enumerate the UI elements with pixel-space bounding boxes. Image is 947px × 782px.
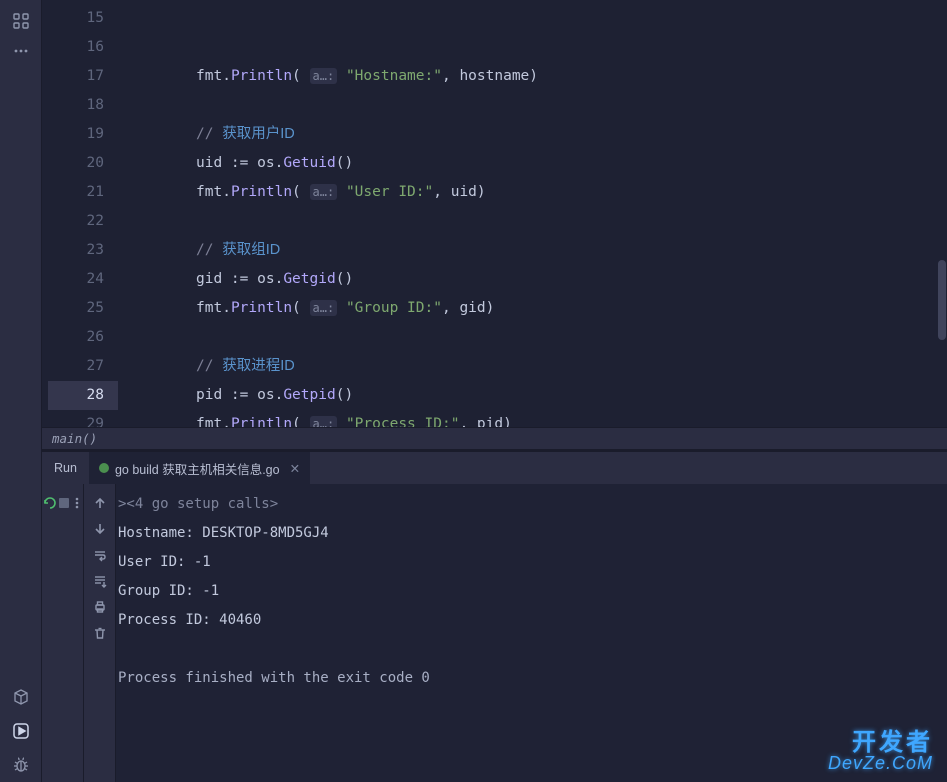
code-line[interactable]: // 获取用户ID xyxy=(124,120,947,149)
trash-icon[interactable] xyxy=(88,620,112,646)
run-panel-label[interactable]: Run xyxy=(42,452,89,484)
output-line: Process ID: 40460 xyxy=(118,606,945,635)
output-line: User ID: -1 xyxy=(118,548,945,577)
line-number: 16 xyxy=(48,33,118,62)
line-number: 29 xyxy=(48,410,118,427)
editor-scrollbar[interactable] xyxy=(937,0,947,427)
code-line[interactable]: pid := os.Getpid() xyxy=(124,381,947,410)
line-number: 19 xyxy=(48,120,118,149)
param-hint: a…: xyxy=(310,184,338,200)
code-line[interactable] xyxy=(124,91,947,120)
play-icon[interactable] xyxy=(1,714,41,748)
code-line[interactable]: gid := os.Getgid() xyxy=(124,265,947,294)
output-line: Process finished with the exit code 0 xyxy=(118,664,945,693)
line-number: 21 xyxy=(48,178,118,207)
run-tool-window: Run go build 获取主机相关信息.go ✕ xyxy=(42,450,947,782)
run-tab[interactable]: go build 获取主机相关信息.go ✕ xyxy=(89,452,311,484)
stop-icon[interactable] xyxy=(58,490,70,516)
rerun-icon[interactable] xyxy=(42,490,58,516)
output-line xyxy=(118,635,945,664)
line-number: 24 xyxy=(48,265,118,294)
more-icon[interactable] xyxy=(1,36,41,66)
close-icon[interactable]: ✕ xyxy=(290,461,300,476)
code-line[interactable]: // 获取组ID xyxy=(124,236,947,265)
code-line[interactable]: uid := os.Getuid() xyxy=(124,149,947,178)
grid-icon[interactable] xyxy=(1,6,41,36)
line-numbers: 151617181920212223242526272829 xyxy=(48,0,118,427)
code-line[interactable]: // 获取进程ID xyxy=(124,352,947,381)
line-number: 15 xyxy=(48,4,118,33)
code-line[interactable]: fmt.Println( a…: "Hostname:", hostname) xyxy=(124,62,947,91)
line-number: 23 xyxy=(48,236,118,265)
bug-icon[interactable] xyxy=(1,748,41,782)
output-line: ><4 go setup calls> xyxy=(118,490,945,519)
up-icon[interactable] xyxy=(88,490,112,516)
run-toolbar-2 xyxy=(84,484,116,782)
line-number: 28 xyxy=(48,381,118,410)
code-line[interactable] xyxy=(124,207,947,236)
line-number: 26 xyxy=(48,323,118,352)
run-toolbar xyxy=(42,484,84,782)
wrap-icon[interactable] xyxy=(88,542,112,568)
line-number: 25 xyxy=(48,294,118,323)
left-toolbar xyxy=(0,0,42,782)
code-line[interactable]: fmt.Println( a…: "Process ID:", pid) xyxy=(124,410,947,427)
run-output[interactable]: ><4 go setup calls>Hostname: DESKTOP-8MD… xyxy=(116,484,947,782)
line-number: 18 xyxy=(48,91,118,120)
output-line: Group ID: -1 xyxy=(118,577,945,606)
print-icon[interactable] xyxy=(88,594,112,620)
db-icon[interactable] xyxy=(1,680,41,714)
param-hint: a…: xyxy=(310,416,338,427)
output-line: Hostname: DESKTOP-8MD5GJ4 xyxy=(118,519,945,548)
breadcrumb[interactable]: main() xyxy=(42,427,947,450)
line-number: 17 xyxy=(48,62,118,91)
code-line[interactable]: fmt.Println( a…: "User ID:", uid) xyxy=(124,178,947,207)
code-line[interactable] xyxy=(124,323,947,352)
code-editor[interactable]: 151617181920212223242526272829 fmt.Print… xyxy=(42,0,947,450)
code-content[interactable]: fmt.Println( a…: "Hostname:", hostname) /… xyxy=(118,0,947,427)
scroll-icon[interactable] xyxy=(88,568,112,594)
code-line[interactable]: fmt.Println( a…: "Group ID:", gid) xyxy=(124,294,947,323)
param-hint: a…: xyxy=(310,68,338,84)
line-number: 27 xyxy=(48,352,118,381)
down-icon[interactable] xyxy=(88,516,112,542)
gutter-markers xyxy=(42,0,48,427)
line-number: 20 xyxy=(48,149,118,178)
go-file-icon xyxy=(99,463,109,473)
run-tab-label: go build 获取主机相关信息.go xyxy=(115,459,280,478)
more-vertical-icon[interactable] xyxy=(70,490,84,516)
line-number: 22 xyxy=(48,207,118,236)
param-hint: a…: xyxy=(310,300,338,316)
